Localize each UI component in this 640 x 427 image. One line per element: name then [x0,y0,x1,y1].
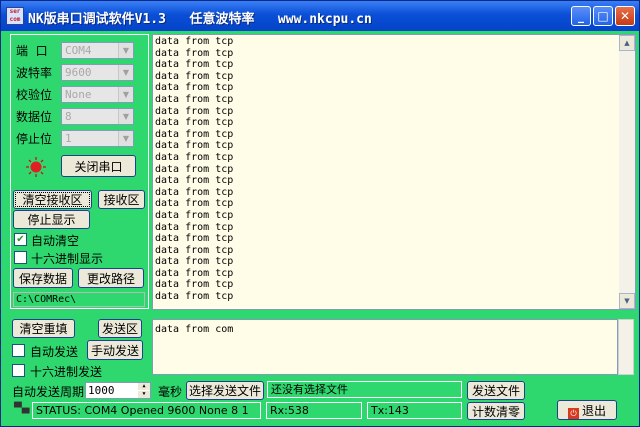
databits-label: 数据位 [16,110,53,124]
parity-select[interactable]: None ▼ [61,86,134,103]
scroll-down-icon[interactable]: ▼ [619,293,635,309]
hex-send-checkbox[interactable] [12,364,25,377]
receive-area-button[interactable]: 接收区 [98,190,145,209]
parity-label: 校验位 [16,88,53,102]
title-bar[interactable]: ser com NK版串口调试软件V1.3 任意波特率 www.nkcpu.cn… [1,1,639,31]
receive-line: data from tcp [155,279,234,291]
stop-display-button[interactable]: 停止显示 [13,210,90,229]
period-value: 1000 [88,384,115,397]
choose-file-button[interactable]: 选择发送文件 [186,381,264,400]
receive-line: data from tcp [155,291,234,303]
receive-line: data from tcp [155,175,234,187]
chevron-down-icon[interactable]: ▼ [118,109,133,124]
port-label: 端 口 [16,44,48,58]
save-path-display: C:\COMRec\ [13,292,145,307]
hex-send-label: 十六进制发送 [30,365,103,379]
save-data-button[interactable]: 保存数据 [13,268,73,288]
ms-label: 毫秒 [158,385,183,399]
hex-display-label: 十六进制显示 [31,252,104,266]
chevron-down-icon[interactable]: ▼ [118,65,133,80]
scroll-up-icon[interactable]: ▲ [619,35,635,51]
hex-display-checkbox[interactable] [14,251,27,264]
receive-line: data from tcp [155,151,234,163]
status-bar-icon: ▀▄ [14,403,30,414]
receive-line: data from tcp [155,140,234,152]
receive-line: data from tcp [155,256,234,268]
receive-text-area[interactable]: data from tcp data from tcp data from tcp d… [152,34,636,310]
app-icon: ser com [6,7,24,25]
port-status-led-icon [26,157,46,177]
port-select[interactable]: COM4 ▼ [61,42,134,59]
auto-send-label: 自动发送 [30,345,79,359]
auto-send-period-input[interactable]: 1000 ▲ ▼ [85,382,151,399]
exit-icon: ⏻ [567,407,579,419]
receive-line: data from tcp [155,105,234,117]
receive-line: data from tcp [155,82,234,94]
receive-line: data from tcp [155,221,234,233]
minimize-button[interactable]: _ [571,6,591,26]
receive-line: data from tcp [155,59,234,71]
file-status-field: 还没有选择文件 [267,381,462,398]
rx-count: Rx:538 [266,402,362,419]
parity-value: None [65,88,92,101]
status-led-dot [30,161,42,173]
send-text: data from com [155,324,234,335]
clear-resend-button[interactable]: 清空重填 [12,319,75,338]
send-text-area[interactable]: data from com [152,319,618,375]
chevron-down-icon[interactable]: ▼ [118,87,133,102]
receive-line: data from tcp [155,209,234,221]
receive-line: data from tcp [155,244,234,256]
auto-clear-checkbox[interactable]: ✔ [14,233,27,246]
receive-line: data from tcp [155,233,234,245]
spin-up-icon[interactable]: ▲ [138,383,150,390]
close-button[interactable]: ✕ [615,6,635,26]
baud-value: 9600 [65,66,92,79]
change-path-button[interactable]: 更改路径 [78,268,144,288]
main-window: ser com NK版串口调试软件V1.3 任意波特率 www.nkcpu.cn… [0,0,640,427]
exit-label: 退出 [581,403,606,418]
stopbits-value: 1 [65,132,72,145]
status-text: STATUS: COM4 Opened 9600 None 8 1 [32,402,261,419]
manual-send-button[interactable]: 手动发送 [87,340,143,360]
stopbits-label: 停止位 [16,132,53,146]
receive-scrollbar[interactable]: ▲ ▼ [619,35,635,309]
exit-button[interactable]: ⏻ 退出 [557,400,617,420]
auto-send-checkbox[interactable] [12,344,25,357]
receive-line: data from tcp [155,186,234,198]
clear-receive-button[interactable]: 清空接收区 [13,190,92,209]
send-area-button[interactable]: 发送区 [98,319,142,338]
receive-line: data from tcp [155,70,234,82]
receive-line: data from tcp [155,267,234,279]
chevron-down-icon[interactable]: ▼ [118,43,133,58]
receive-line: data from tcp [155,198,234,210]
receive-line: data from tcp [155,117,234,129]
auto-clear-label: 自动清空 [31,234,80,248]
tx-count: Tx:143 [367,402,462,419]
receive-line: data from tcp [155,36,234,47]
receive-line: data from tcp [155,128,234,140]
auto-send-period-label: 自动发送周期 [12,385,85,399]
send-scrollbar[interactable] [618,319,634,375]
receive-line: data from tcp [155,47,234,59]
port-value: COM4 [65,44,92,57]
window-title: NK版串口调试软件V1.3 任意波特率 www.nkcpu.cn [28,12,372,27]
clear-count-button[interactable]: 计数清零 [467,402,525,420]
databits-value: 8 [65,110,72,123]
receive-lines: data from tcp data from tcp data from tcp d… [155,36,233,303]
databits-select[interactable]: 8 ▼ [61,108,134,125]
baud-label: 波特率 [16,66,53,80]
maximize-button[interactable]: □ [593,6,613,26]
stopbits-select[interactable]: 1 ▼ [61,130,134,147]
receive-line: data from tcp [155,163,234,175]
close-port-button[interactable]: 关闭串口 [61,155,136,177]
chevron-down-icon[interactable]: ▼ [118,131,133,146]
spin-down-icon[interactable]: ▼ [138,391,150,398]
receive-line: data from tcp [155,93,234,105]
baud-select[interactable]: 9600 ▼ [61,64,134,81]
send-file-button[interactable]: 发送文件 [467,381,525,400]
